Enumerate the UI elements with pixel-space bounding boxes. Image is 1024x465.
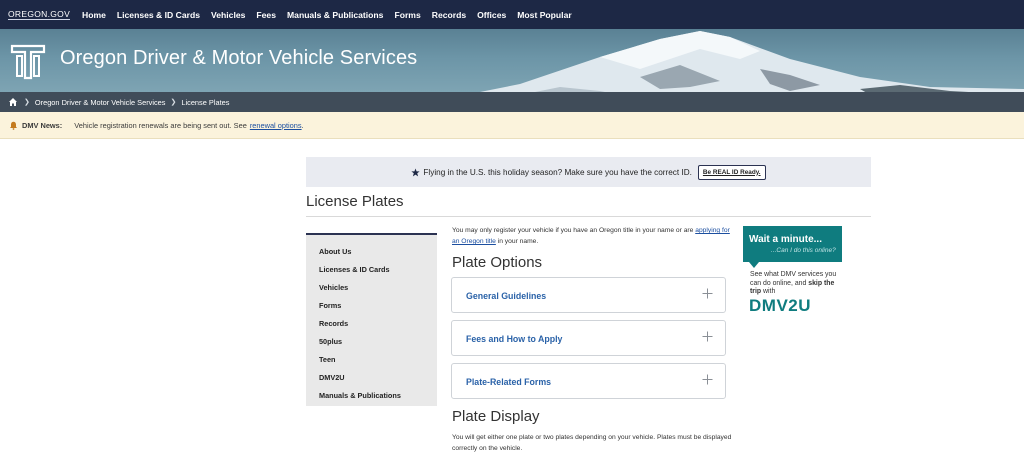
- breadcrumb-dmv[interactable]: Oregon Driver & Motor Vehicle Services: [35, 98, 166, 107]
- promo-body: See what DMV services you can do online,…: [750, 271, 845, 297]
- page-title: License Plates: [306, 193, 404, 210]
- sidebar-item-forms[interactable]: Forms: [319, 301, 341, 310]
- sidebar-nav: About Us Licenses & ID Cards Vehicles Fo…: [306, 233, 437, 406]
- news-bar: DMV News: Vehicle registration renewals …: [0, 112, 1024, 139]
- intro-paragraph: You may only register your vehicle if yo…: [452, 225, 732, 247]
- accordion-plate-related-forms[interactable]: Plate-Related Forms: [451, 363, 726, 399]
- intro-text: You may only register your vehicle if yo…: [452, 227, 694, 234]
- bell-icon: [10, 121, 17, 130]
- plate-display-text: You will get either one plate or two pla…: [452, 434, 732, 452]
- dmv2u-logo: DMV2U: [749, 296, 812, 315]
- accordion-label: Plate-Related Forms: [466, 377, 552, 387]
- plus-icon: [702, 331, 713, 342]
- breadcrumb: ❯ Oregon Driver & Motor Vehicle Services…: [0, 92, 1024, 112]
- sidebar-item-about-us[interactable]: About Us: [319, 247, 351, 256]
- nav-manuals-publications[interactable]: Manuals & Publications: [287, 10, 383, 20]
- breadcrumb-separator-icon: ❯: [170, 99, 177, 106]
- intro-text-end: in your name.: [497, 238, 539, 245]
- nav-items: Home Licenses & ID Cards Vehicles Fees M…: [82, 10, 583, 20]
- breadcrumb-separator-icon: ❯: [24, 99, 30, 106]
- nav-offices[interactable]: Offices: [477, 10, 506, 20]
- plate-display-heading: Plate Display: [452, 408, 540, 425]
- nav-fees[interactable]: Fees: [256, 10, 276, 20]
- sidebar-item-50plus[interactable]: 50plus: [319, 337, 342, 346]
- oregon-gov-logo[interactable]: OREGON.GOV: [6, 8, 71, 21]
- hero-banner: Oregon Driver & Motor Vehicle Services: [0, 29, 1024, 92]
- nav-forms[interactable]: Forms: [394, 10, 420, 20]
- plus-icon: [702, 374, 713, 385]
- accordion-label: General Guidelines: [466, 291, 547, 301]
- nav-records[interactable]: Records: [432, 10, 466, 20]
- sidebar-item-vehicles[interactable]: Vehicles: [319, 283, 348, 292]
- banner-title: Oregon Driver & Motor Vehicle Services: [60, 47, 418, 69]
- oregon-gov-logo-text: OREGON.GOV: [8, 9, 71, 20]
- breadcrumb-current: License Plates: [181, 97, 230, 107]
- home-icon[interactable]: [8, 97, 18, 107]
- accordion-fees-how-to-apply[interactable]: Fees and How to Apply: [451, 320, 726, 356]
- sidebar-item-licenses-id-cards[interactable]: Licenses & ID Cards: [319, 265, 390, 274]
- nav-licenses-id-cards[interactable]: Licenses & ID Cards: [117, 10, 200, 20]
- news-text-end: .: [301, 120, 304, 130]
- real-id-ready-button[interactable]: Be REAL ID Ready.: [697, 164, 766, 180]
- sidebar-item-records[interactable]: Records: [319, 319, 348, 328]
- top-nav: OREGON.GOV Home Licenses & ID Cards Vehi…: [0, 0, 1024, 29]
- accordion-label: Fees and How to Apply: [466, 334, 563, 344]
- title-divider: [306, 216, 871, 217]
- nav-home[interactable]: Home: [82, 10, 106, 20]
- dmv2u-promo[interactable]: Wait a minute... ...Can I do this online…: [743, 226, 842, 318]
- promo-bubble-tail: [749, 262, 759, 268]
- promo-heading: Wait a minute...: [749, 234, 822, 245]
- sidebar-item-teen[interactable]: Teen: [319, 355, 336, 364]
- sidebar-item-manuals-publications[interactable]: Manuals & Publications: [319, 391, 401, 400]
- real-id-alert: Flying in the U.S. this holiday season? …: [306, 157, 871, 187]
- renewal-options-link[interactable]: renewal options: [250, 121, 302, 130]
- nav-most-popular[interactable]: Most Popular: [517, 10, 571, 20]
- nav-vehicles[interactable]: Vehicles: [211, 10, 245, 20]
- odot-logo-icon[interactable]: [9, 42, 47, 82]
- star-icon: [411, 167, 421, 176]
- news-text: Vehicle registration renewals are being …: [74, 120, 247, 130]
- accordion-general-guidelines[interactable]: General Guidelines: [451, 277, 726, 313]
- sidebar-item-dmv2u[interactable]: DMV2U: [319, 373, 345, 382]
- news-label: DMV News:: [22, 120, 63, 130]
- promo-body-text-end: with: [763, 288, 776, 295]
- alert-text: Flying in the U.S. this holiday season? …: [423, 167, 692, 177]
- plus-icon: [702, 288, 713, 299]
- plate-options-heading: Plate Options: [452, 254, 543, 271]
- promo-subheading: ...Can I do this online?: [771, 247, 836, 254]
